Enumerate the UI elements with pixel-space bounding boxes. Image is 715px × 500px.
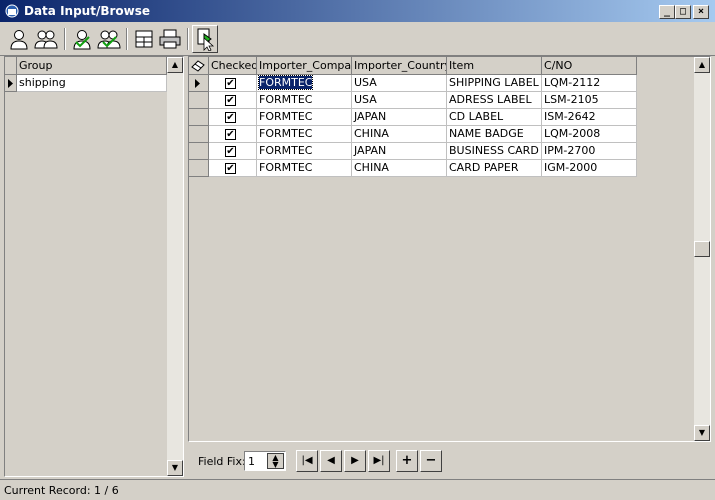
prev-record-button[interactable]: ◀ — [320, 450, 342, 472]
group-row-indicator — [5, 75, 17, 92]
first-record-button[interactable]: |◀ — [296, 450, 318, 472]
row-indicator[interactable] — [189, 75, 209, 92]
grid-corner-header[interactable] — [189, 57, 209, 75]
table-cell-cno[interactable]: LSM-2105 — [542, 92, 637, 109]
checkbox[interactable]: ✔ — [225, 78, 236, 89]
row-indicator[interactable] — [189, 160, 209, 177]
table-cell-cno[interactable]: IPM-2700 — [542, 143, 637, 160]
group-pane: Group shipping ▲ ▼ — [4, 56, 184, 477]
table-cell-item[interactable]: NAME BADGE — [447, 126, 542, 143]
checkbox[interactable]: ✔ — [225, 146, 236, 157]
table-cell-item[interactable]: SHIPPING LABEL — [447, 75, 542, 92]
print-button[interactable] — [157, 25, 183, 53]
table-cell-checked[interactable]: ✔ — [209, 160, 257, 177]
field-fix-label: Field Fix: — [198, 455, 246, 468]
window-title: Data Input/Browse — [24, 4, 151, 18]
minimize-button[interactable]: _ — [659, 5, 675, 19]
export-button[interactable] — [192, 25, 218, 53]
layout-icon — [135, 30, 153, 48]
row-indicator[interactable] — [189, 109, 209, 126]
add-record-button[interactable]: + — [396, 450, 418, 472]
table-cell-item[interactable]: CD LABEL — [447, 109, 542, 126]
table-cell-company[interactable]: FORMTEC — [257, 143, 352, 160]
checkbox[interactable]: ✔ — [225, 112, 236, 123]
table-cell-company[interactable]: FORMTEC — [257, 109, 352, 126]
next-record-button[interactable]: ▶ — [344, 450, 366, 472]
table-cell-cno[interactable]: ISM-2642 — [542, 109, 637, 126]
table-cell-checked[interactable]: ✔ — [209, 109, 257, 126]
table-cell-country[interactable]: CHINA — [352, 126, 447, 143]
table-cell-checked[interactable]: ✔ — [209, 92, 257, 109]
column-header-importer-company[interactable]: Importer_Company — [257, 57, 352, 75]
row-indicator[interactable] — [189, 126, 209, 143]
users-check-button[interactable] — [96, 25, 122, 53]
checkbox[interactable]: ✔ — [225, 129, 236, 140]
table-cell-country[interactable]: USA — [352, 92, 447, 109]
field-fix-value[interactable]: 1 — [248, 455, 255, 468]
table-cell-cno[interactable]: IGM-2000 — [542, 160, 637, 177]
table-cell-item[interactable]: BUSINESS CARD — [447, 143, 542, 160]
table-cell-company[interactable]: FORMTEC — [257, 160, 352, 177]
user-icon — [10, 30, 28, 50]
scroll-up-button[interactable]: ▲ — [694, 57, 710, 73]
grid-scrollbar[interactable]: ▲ ▼ — [694, 57, 710, 441]
table-cell-country[interactable]: JAPAN — [352, 109, 447, 126]
table-cell-item[interactable]: ADRESS LABEL — [447, 92, 542, 109]
checkbox[interactable]: ✔ — [225, 95, 236, 106]
maximize-button[interactable]: □ — [675, 5, 691, 19]
row-indicator[interactable] — [189, 143, 209, 160]
toolbar — [0, 22, 715, 56]
field-fix-stepper[interactable]: 1 ▲ ▼ — [244, 451, 286, 471]
close-button[interactable]: × — [693, 5, 709, 19]
eraser-icon — [191, 60, 205, 72]
column-header-checked[interactable]: Checked — [209, 57, 257, 75]
user-button[interactable] — [6, 25, 32, 53]
table-cell-checked[interactable]: ✔ — [209, 126, 257, 143]
data-grid: Checked Importer_Company Importer_Countr… — [188, 56, 711, 442]
scroll-up-button[interactable]: ▲ — [167, 57, 183, 73]
table-cell-company[interactable]: FORMTEC — [257, 126, 352, 143]
table-cell-country[interactable]: USA — [352, 75, 447, 92]
export-icon — [197, 28, 215, 51]
title-bar[interactable]: Data Input/Browse _ □ × — [0, 0, 715, 22]
row-indicator[interactable] — [189, 92, 209, 109]
users-button[interactable] — [33, 25, 59, 53]
layout-button[interactable] — [131, 25, 157, 53]
delete-record-button[interactable]: − — [420, 450, 442, 472]
user-check-icon — [73, 30, 91, 50]
table-cell-country[interactable]: JAPAN — [352, 143, 447, 160]
scroll-down-button[interactable]: ▼ — [167, 460, 183, 476]
column-header-item[interactable]: Item — [447, 57, 542, 75]
table-cell-country[interactable]: CHINA — [352, 160, 447, 177]
scroll-thumb[interactable] — [694, 241, 710, 257]
table-cell-company[interactable]: FORMTEC — [257, 92, 352, 109]
group-indicator-header — [5, 57, 17, 75]
users-icon — [34, 30, 58, 49]
navigator-bar: Field Fix: 1 ▲ ▼ |◀ ◀ ▶ ▶| + − — [188, 444, 711, 477]
users-check-icon — [97, 30, 121, 49]
column-header-cno[interactable]: C/NO — [542, 57, 637, 75]
selected-text: FORMTEC — [257, 75, 314, 90]
group-header[interactable]: Group — [17, 57, 167, 75]
current-row-arrow-icon — [8, 79, 13, 88]
column-header-importer-country[interactable]: Importer_Country — [352, 57, 447, 75]
app-icon — [5, 4, 19, 18]
print-icon — [159, 29, 181, 49]
table-cell-cno[interactable]: LQM-2008 — [542, 126, 637, 143]
group-scrollbar[interactable]: ▲ ▼ — [167, 57, 183, 476]
status-bar: Current Record: 1 / 6 — [0, 479, 715, 500]
status-text: Current Record: 1 / 6 — [4, 484, 119, 497]
group-item-shipping[interactable]: shipping — [17, 75, 167, 92]
table-cell-checked[interactable]: ✔ — [209, 75, 257, 92]
table-cell-company[interactable]: FORMTEC — [257, 75, 352, 92]
last-record-button[interactable]: ▶| — [368, 450, 390, 472]
table-cell-item[interactable]: CARD PAPER — [447, 160, 542, 177]
table-cell-checked[interactable]: ✔ — [209, 143, 257, 160]
scroll-down-button[interactable]: ▼ — [694, 425, 710, 441]
current-row-arrow-icon — [195, 79, 200, 88]
user-check-button[interactable] — [70, 25, 96, 53]
table-cell-cno[interactable]: LQM-2112 — [542, 75, 637, 92]
checkbox[interactable]: ✔ — [225, 163, 236, 174]
stepper-arrows[interactable]: ▲ ▼ — [267, 453, 284, 469]
